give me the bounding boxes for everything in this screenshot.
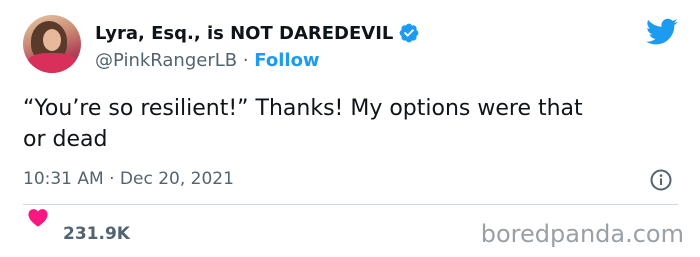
avatar-face	[43, 29, 61, 51]
tweet-date: Dec 20, 2021	[119, 169, 234, 189]
info-icon[interactable]	[649, 168, 673, 192]
author-handle[interactable]: @PinkRangerLB	[95, 50, 237, 71]
follow-button[interactable]: Follow	[254, 50, 319, 71]
watermark: boredpanda.com	[480, 220, 684, 248]
handle-separator: ·	[237, 50, 255, 71]
tweet-text-line2: or dead	[23, 127, 108, 152]
author-handle-row: @PinkRangerLB · Follow	[95, 50, 320, 71]
divider	[23, 204, 678, 205]
tweet-card: Lyra, Esq., is NOT DAREDEVIL @PinkRanger…	[0, 0, 700, 257]
author-name-row: Lyra, Esq., is NOT DAREDEVIL	[95, 22, 420, 44]
verified-badge-icon	[399, 23, 419, 43]
display-name[interactable]: Lyra, Esq., is NOT DAREDEVIL	[95, 23, 393, 44]
tweet-text-line1: “You’re so resilient!” Thanks! My option…	[23, 96, 583, 121]
tweet-time: 10:31 AM	[23, 169, 104, 189]
like-count[interactable]: 231.9K	[63, 224, 130, 244]
avatar[interactable]	[23, 15, 81, 73]
avatar-outfit	[27, 53, 77, 73]
timestamp-separator: ·	[103, 169, 120, 189]
tweet-text: “You’re so resilient!” Thanks! My option…	[23, 93, 683, 155]
heart-icon[interactable]	[27, 207, 49, 227]
twitter-bird-icon[interactable]	[646, 18, 678, 46]
tweet-timestamp[interactable]: 10:31 AM · Dec 20, 2021	[23, 169, 234, 189]
